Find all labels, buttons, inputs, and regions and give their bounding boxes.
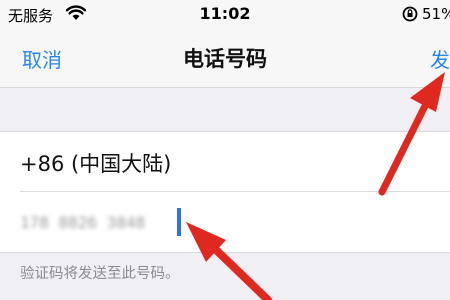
page-title: 电话号码 xyxy=(183,47,267,71)
clock: 11:02 xyxy=(199,4,251,23)
text-cursor xyxy=(177,208,181,236)
hint-text: 验证码将发送至此号码。 xyxy=(20,266,180,282)
phone-number-row xyxy=(0,192,450,252)
country-code-label: +86 (中国大陆) xyxy=(20,152,172,176)
rotation-lock-icon xyxy=(402,6,418,26)
phone-number-input[interactable] xyxy=(20,208,270,236)
send-button[interactable]: 发 xyxy=(430,44,450,73)
country-code-selector[interactable]: +86 (中国大陆) xyxy=(0,132,450,191)
status-bar: 无服务 11:02 51% xyxy=(0,0,450,30)
battery-percentage: 51% xyxy=(422,5,450,23)
navigation-bar: 取消 电话号码 发 xyxy=(0,30,450,88)
phone-form: +86 (中国大陆) xyxy=(0,131,450,253)
